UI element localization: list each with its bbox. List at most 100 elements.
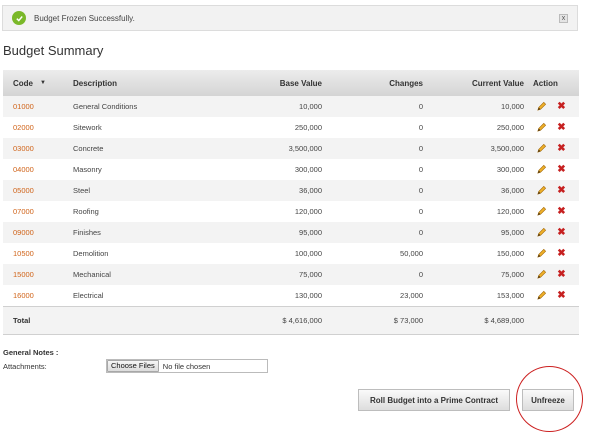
- delete-x-icon[interactable]: ✖: [556, 122, 567, 133]
- code-link[interactable]: 16000: [13, 291, 34, 300]
- description-cell: Electrical: [73, 290, 104, 300]
- base-value-cell: 120,000: [294, 207, 322, 216]
- base-value-cell: 10,000: [299, 102, 322, 111]
- delete-x-icon[interactable]: ✖: [556, 206, 567, 217]
- action-cell: ✖: [528, 159, 579, 180]
- code-cell: 04000: [3, 159, 73, 180]
- table-row: 10500 Demolition 100,000 50,000 150,000 ✖: [3, 243, 579, 264]
- current-value-cell: 153,000: [496, 290, 524, 300]
- roll-budget-button[interactable]: Roll Budget into a Prime Contract: [358, 389, 510, 411]
- action-cell: ✖: [528, 138, 579, 159]
- check-circle-icon: [12, 11, 26, 25]
- code-header-label: Code: [13, 78, 33, 88]
- unfreeze-button[interactable]: Unfreeze: [522, 389, 574, 411]
- table-header-row: Code ▼ Description Base Value Changes Cur…: [3, 70, 579, 96]
- action-cell: ✖: [528, 96, 579, 117]
- code-link[interactable]: 03000: [13, 144, 34, 153]
- code-link[interactable]: 02000: [13, 123, 34, 132]
- action-cell: ✖: [528, 222, 579, 243]
- pencil-icon[interactable]: [536, 269, 547, 280]
- changes-cell: 0: [418, 228, 423, 237]
- pencil-icon[interactable]: [536, 185, 547, 196]
- base-value-cell: 95,000: [299, 228, 322, 237]
- delete-x-icon[interactable]: ✖: [556, 248, 567, 259]
- attachments-label: Attachments:: [3, 362, 47, 371]
- action-cell: ✖: [528, 243, 579, 264]
- total-row: Total $ 4,616,000 $ 73,000 $ 4,689,000: [3, 306, 579, 334]
- description-cell: General Conditions: [73, 102, 138, 111]
- total-changes: $ 73,000: [393, 315, 423, 325]
- column-header-action: Action: [533, 78, 558, 88]
- code-link[interactable]: 07000: [13, 207, 34, 216]
- pencil-icon[interactable]: [536, 143, 547, 154]
- description-cell: Sitework: [73, 123, 102, 132]
- delete-x-icon[interactable]: ✖: [556, 290, 567, 301]
- description-cell: Concrete: [73, 144, 104, 153]
- code-cell: 15000: [3, 264, 73, 285]
- action-cell: ✖: [528, 201, 579, 222]
- code-link[interactable]: 09000: [13, 228, 34, 237]
- base-value-cell: 75,000: [299, 270, 322, 279]
- table-row: 15000 Mechanical 75,000 0 75,000 ✖: [3, 264, 579, 285]
- column-header-description: Description: [73, 78, 118, 88]
- file-status-text: No file chosen: [162, 361, 211, 371]
- current-value-cell: 120,000: [496, 207, 524, 216]
- delete-x-icon[interactable]: ✖: [556, 143, 567, 154]
- file-input[interactable]: Choose Files No file chosen: [106, 359, 268, 373]
- code-cell: 09000: [3, 222, 73, 243]
- base-value-cell: 250,000: [294, 123, 322, 132]
- code-cell: 05000: [3, 180, 73, 201]
- current-value-cell: 75,000: [501, 270, 524, 279]
- code-link[interactable]: 01000: [13, 102, 34, 111]
- code-link[interactable]: 10500: [13, 249, 34, 258]
- changes-cell: 23,000: [400, 290, 423, 300]
- base-value-cell: 300,000: [294, 165, 322, 174]
- pencil-icon[interactable]: [536, 122, 547, 133]
- current-value-cell: 300,000: [496, 165, 524, 174]
- changes-cell: 0: [418, 207, 423, 216]
- close-icon[interactable]: x: [559, 14, 568, 23]
- pencil-icon[interactable]: [536, 206, 547, 217]
- column-header-base-value: Base Value: [279, 78, 322, 88]
- delete-x-icon[interactable]: ✖: [556, 164, 567, 175]
- description-cell: Roofing: [73, 207, 99, 216]
- description-cell: Mechanical: [73, 270, 111, 279]
- delete-x-icon[interactable]: ✖: [556, 227, 567, 238]
- delete-x-icon[interactable]: ✖: [556, 269, 567, 280]
- delete-x-icon[interactable]: ✖: [556, 101, 567, 112]
- table-row: 05000 Steel 36,000 0 36,000 ✖: [3, 180, 579, 201]
- table-row: 01000 General Conditions 10,000 0 10,000 ✖: [3, 96, 579, 117]
- base-value-cell: 36,000: [299, 186, 322, 195]
- table-row: 09000 Finishes 95,000 0 95,000 ✖: [3, 222, 579, 243]
- alert-message: Budget Frozen Successfully.: [34, 13, 135, 23]
- pencil-icon[interactable]: [536, 164, 547, 175]
- pencil-icon[interactable]: [536, 227, 547, 238]
- code-link[interactable]: 04000: [13, 165, 34, 174]
- delete-x-icon[interactable]: ✖: [556, 185, 567, 196]
- code-cell: 16000: [3, 285, 73, 306]
- changes-cell: 0: [418, 123, 423, 132]
- current-value-cell: 150,000: [496, 249, 524, 258]
- description-cell: Demolition: [73, 249, 109, 258]
- pencil-icon[interactable]: [536, 290, 547, 301]
- success-alert: Budget Frozen Successfully. x: [2, 5, 578, 31]
- column-header-current-value: Current Value: [471, 78, 524, 88]
- base-value-cell: 100,000: [294, 249, 322, 258]
- total-description-cell: [73, 306, 213, 334]
- pencil-icon[interactable]: [536, 101, 547, 112]
- total-current-value: $ 4,689,000: [484, 315, 524, 325]
- current-value-cell: 10,000: [501, 102, 524, 111]
- page-title: Budget Summary: [3, 43, 104, 58]
- column-header-code[interactable]: Code ▼: [3, 70, 73, 96]
- current-value-cell: 95,000: [501, 228, 524, 237]
- table-row: 07000 Roofing 120,000 0 120,000 ✖: [3, 201, 579, 222]
- table-row: 02000 Sitework 250,000 0 250,000 ✖: [3, 117, 579, 138]
- code-link[interactable]: 15000: [13, 270, 34, 279]
- sort-down-icon[interactable]: ▼: [40, 80, 46, 86]
- table-row: 16000 Electrical 130,000 23,000 153,000 ✖: [3, 285, 579, 306]
- code-link[interactable]: 05000: [13, 186, 34, 195]
- choose-files-button[interactable]: Choose Files: [107, 360, 159, 372]
- code-cell: 02000: [3, 117, 73, 138]
- pencil-icon[interactable]: [536, 248, 547, 259]
- budget-table-container: Code ▼ Description Base Value Changes Cur…: [3, 70, 579, 335]
